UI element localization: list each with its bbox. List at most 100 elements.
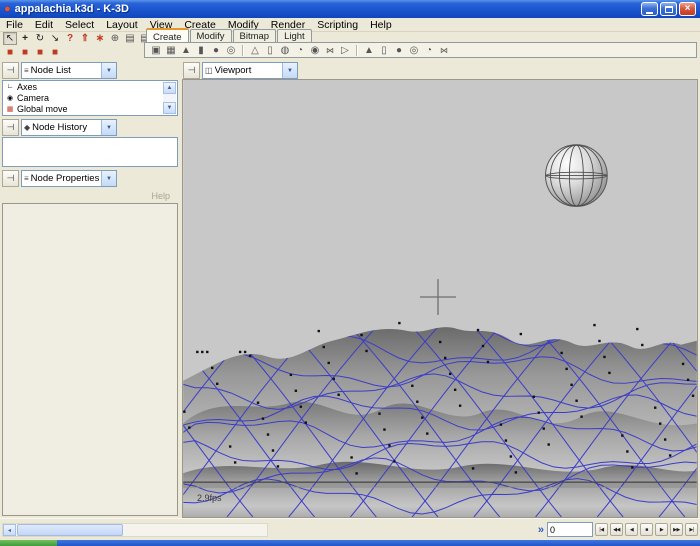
node-history-pin-button[interactable]: ⊣ — [2, 119, 19, 136]
global-move-icon: ▦ — [6, 105, 14, 113]
selection-mode-toolbar: ■ ■ ■ ■ — [3, 46, 62, 59]
create-nurbs-polygon-button[interactable]: ⋈ — [437, 44, 451, 57]
menu-file[interactable]: File — [0, 19, 29, 31]
poly-cylinder-icon: ▮ — [198, 44, 204, 56]
create-poly-torus-button[interactable]: ◎ — [224, 44, 238, 57]
help-link[interactable]: Help — [151, 191, 170, 201]
minimize-button[interactable] — [641, 2, 658, 16]
quadric-cone-icon: △ — [251, 44, 259, 56]
rotate-tool-button[interactable]: ↻ — [33, 32, 47, 45]
frame-input[interactable] — [547, 522, 593, 537]
create-nurbs-cone-button[interactable]: ▲ — [362, 44, 376, 57]
poly-cube-icon: ▣ — [151, 44, 161, 56]
close-button[interactable]: × — [679, 2, 696, 16]
menu-select[interactable]: Select — [59, 19, 100, 31]
select-faces-button[interactable]: ■ — [48, 46, 62, 59]
create-nurbs-sphere-button[interactable]: ● — [392, 44, 406, 57]
create-nurbs-patch-button[interactable]: ◔ — [422, 44, 436, 57]
node-list-combo[interactable]: ≡ Node List ▼ — [21, 62, 117, 79]
frame-toggle-icon[interactable]: » — [538, 524, 544, 536]
poly-cone-icon: ▲ — [181, 44, 191, 56]
node-list: ∟ Axes ◉ Camera ▦ Global move ▲ ▼ — [2, 80, 178, 116]
create-quadric-disk-button[interactable]: ◍ — [278, 44, 292, 57]
node-properties-combo[interactable]: ≡ Node Properties ▼ — [21, 170, 117, 187]
viewport-combo-value: Viewport — [214, 65, 252, 76]
time-end-button[interactable]: ▶| — [685, 523, 698, 536]
scroll-up-icon[interactable]: ▲ — [163, 82, 176, 94]
chevron-down-icon[interactable]: ▼ — [282, 63, 297, 78]
scale-tool-button[interactable]: ↘ — [48, 32, 62, 45]
list-item-label: Global move — [17, 103, 68, 114]
maximize-icon — [664, 5, 673, 13]
select-nodes-button[interactable]: ■ — [3, 46, 17, 59]
maximize-button[interactable] — [660, 2, 677, 16]
toolbar-separator — [242, 44, 244, 56]
select-points-icon: ■ — [21, 47, 29, 58]
scrollbar-thumb[interactable] — [17, 524, 123, 536]
node-properties-combo-value: Node Properties — [30, 173, 100, 184]
move-tool-icon: + — [22, 33, 28, 44]
scroll-down-icon[interactable]: ▼ — [163, 102, 176, 114]
viewport-combo[interactable]: ◫ Viewport ▼ — [202, 62, 298, 79]
pin-icon: ⊣ — [187, 65, 196, 75]
viewport-pin-button[interactable]: ⊣ — [183, 62, 200, 79]
viewport-canvas[interactable]: 2.9fps — [182, 79, 698, 518]
tab-bitmap[interactable]: Bitmap — [232, 29, 277, 42]
create-poly-grid-button[interactable]: ▦ — [164, 44, 178, 57]
title-bar: ● appalachia.k3d - K-3D × — [0, 0, 700, 18]
parent-tool-button[interactable]: ⇑ — [78, 32, 92, 45]
create-quadric-cylinder-button[interactable]: ▯ — [263, 44, 277, 57]
create-nurbs-torus-button[interactable]: ◎ — [407, 44, 421, 57]
create-quadric-bilinear-button[interactable]: ⋈ — [323, 44, 337, 57]
move-tool-button[interactable]: + — [18, 32, 32, 45]
sphere-mesh[interactable] — [545, 144, 608, 207]
viewport-3d-view[interactable] — [183, 80, 697, 517]
create-quadric-hyperboloid-button[interactable]: ◔ — [293, 44, 307, 57]
time-stop-button[interactable]: ■ — [640, 523, 653, 536]
create-nurbs-cylinder-button[interactable]: ▯ — [377, 44, 391, 57]
node-properties-pin-button[interactable]: ⊣ — [2, 170, 19, 187]
snap-tool-button[interactable]: ∗ — [93, 32, 107, 45]
create-quadric-cone-button[interactable]: △ — [248, 44, 262, 57]
horizontal-scrollbar[interactable]: ◂ — [2, 523, 268, 537]
tab-modify[interactable]: Modify — [189, 29, 232, 42]
select-points-button[interactable]: ■ — [18, 46, 32, 59]
list-item-camera[interactable]: ◉ Camera — [3, 92, 177, 103]
time-forward-button[interactable]: ▶▶ — [670, 523, 683, 536]
select-tool-button[interactable]: ↖ — [3, 32, 17, 45]
time-start-button[interactable]: |◀ — [595, 523, 608, 536]
list-item-global-move[interactable]: ▦ Global move — [3, 103, 177, 114]
create-poly-cone-button[interactable]: ▲ — [179, 44, 193, 57]
fast-forward-icon: ▶▶ — [673, 526, 680, 533]
scale-tool-icon: ↘ — [50, 33, 60, 44]
context-help-button[interactable]: ? — [63, 32, 77, 45]
add-tool-button[interactable]: ⊕ — [108, 32, 122, 45]
node-history-combo[interactable]: ◆ Node History ▼ — [21, 119, 117, 136]
scroll-left-icon[interactable]: ◂ — [3, 524, 16, 536]
create-poly-cylinder-button[interactable]: ▮ — [194, 44, 208, 57]
create-poly-cube-button[interactable]: ▣ — [149, 44, 163, 57]
select-lines-button[interactable]: ■ — [33, 46, 47, 59]
render-preview-button[interactable]: ▤ — [123, 32, 137, 45]
node-properties-help-row: Help — [2, 189, 178, 202]
quadric-cylinder-icon: ▯ — [267, 44, 273, 56]
chevron-down-icon[interactable]: ▼ — [101, 120, 116, 135]
taskbar-strip — [0, 540, 700, 546]
play-reverse-icon: ◀ — [629, 526, 634, 533]
create-poly-sphere-button[interactable]: ● — [209, 44, 223, 57]
toolbar-separator — [356, 44, 358, 56]
bottom-bar: ◂ » |◀ ◀◀ ◀ ■ ▶ ▶▶ ▶| — [0, 518, 700, 541]
menu-edit[interactable]: Edit — [29, 19, 59, 31]
list-item-axes[interactable]: ∟ Axes — [3, 81, 177, 92]
time-play-button[interactable]: ▶ — [655, 523, 668, 536]
node-list-scrollbar[interactable]: ▲ ▼ — [163, 82, 176, 114]
chevron-down-icon[interactable]: ▼ — [101, 63, 116, 78]
time-rewind-button[interactable]: ◀◀ — [610, 523, 623, 536]
chevron-down-icon[interactable]: ▼ — [101, 171, 116, 186]
node-list-pin-button[interactable]: ⊣ — [2, 62, 19, 79]
tab-light[interactable]: Light — [277, 29, 312, 42]
create-quadric-paraboloid-button[interactable]: ▷ — [338, 44, 352, 57]
menu-layout[interactable]: Layout — [100, 19, 144, 31]
time-reverse-button[interactable]: ◀ — [625, 523, 638, 536]
create-quadric-sphere-button[interactable]: ◉ — [308, 44, 322, 57]
